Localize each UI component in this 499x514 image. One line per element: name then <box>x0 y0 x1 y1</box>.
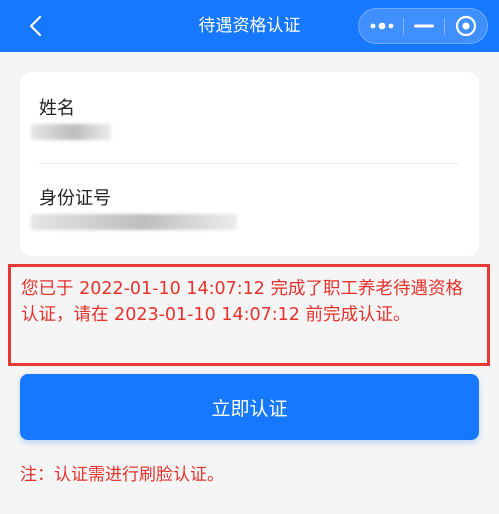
capsule-divider <box>403 18 404 35</box>
id-number-label: 身份证号 <box>39 188 111 209</box>
back-button[interactable] <box>22 12 48 40</box>
more-dots-icon <box>370 22 394 30</box>
navigation-bar: 待遇资格认证 <box>0 0 499 52</box>
minimize-icon <box>414 24 434 28</box>
certification-status-text: 您已于 2022-01-10 14:07:12 完成了职工养老待遇资格认证，请在… <box>21 279 463 325</box>
close-button[interactable] <box>447 9 485 43</box>
chevron-left-icon <box>29 15 42 37</box>
certify-now-button[interactable]: 立即认证 <box>20 374 479 440</box>
identity-card: 姓名 身份证号 <box>20 72 479 256</box>
capsule-divider <box>444 18 445 35</box>
minimize-button[interactable] <box>407 9 441 43</box>
more-button[interactable] <box>363 9 401 43</box>
certification-status-notice: 您已于 2022-01-10 14:07:12 完成了职工养老待遇资格认证，请在… <box>8 264 490 366</box>
name-value-blurred <box>31 124 111 140</box>
id-number-value-blurred <box>31 214 237 230</box>
face-recognition-note: 注：认证需进行刷脸认证。 <box>20 465 224 485</box>
mini-program-capsule <box>358 8 488 44</box>
card-divider <box>39 163 459 164</box>
close-target-icon <box>455 15 477 37</box>
name-label: 姓名 <box>39 98 75 119</box>
